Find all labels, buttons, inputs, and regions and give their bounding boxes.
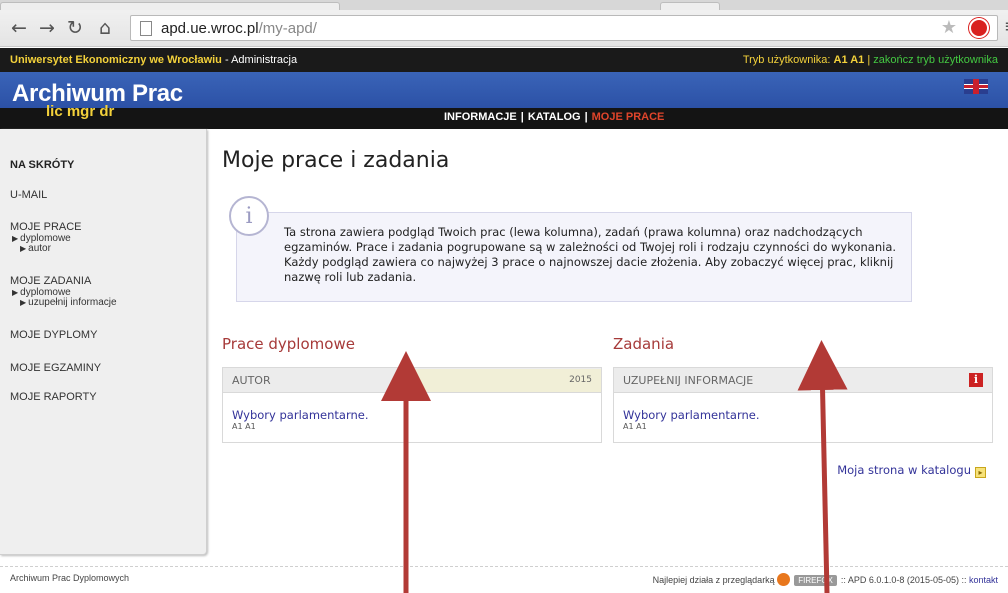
sidebar-item-umail[interactable]: U-MAIL (10, 189, 47, 201)
card-header-uzupelnij[interactable]: UZUPEŁNIJ INFORMACJE i (614, 368, 992, 393)
firefox-icon (777, 573, 791, 586)
footer-info: Najlepiej działa z przeglądarką FIREFOX:… (652, 573, 998, 586)
card-header-autor[interactable]: AUTOR 2015 (223, 368, 601, 393)
user-mode-name: A1 A1 (833, 54, 865, 66)
extension-icon[interactable] (969, 18, 989, 38)
menu-icon[interactable]: ≡ (1004, 16, 1008, 37)
end-user-mode-link[interactable]: zakończ tryb użytkownika (873, 54, 998, 66)
url-text[interactable]: apd.ue.wroc.pl/my-apd/ (161, 20, 317, 37)
address-bar[interactable]: apd.ue.wroc.pl/my-apd/ ★ ≡ (130, 15, 1008, 41)
thesis-owner: A1 A1 (232, 422, 256, 431)
tab-strip (0, 0, 1008, 10)
sidebar-item-moje-prace[interactable]: MOJE PRACE (10, 221, 82, 233)
triangle-right-icon: ▶ (20, 244, 27, 253)
alert-icon: i (969, 373, 983, 387)
card-prace-dyplomowe: AUTOR 2015 Wybory parlamentarne. A1 A1 (222, 367, 602, 443)
browser-chrome: ← → ↻ ⌂ apd.ue.wroc.pl/my-apd/ ★ ≡ (0, 0, 1008, 47)
sidebar-subitem-uzupelnij[interactable]: ▶ uzupełnij informacje (20, 297, 117, 308)
nav-item-moje-prace[interactable]: MOJE PRACE (592, 111, 665, 123)
catalog-page-link[interactable]: Moja strona w katalogu ▸ (837, 463, 986, 478)
info-icon: i (229, 196, 269, 236)
section-title-prace: Prace dyplomowe (222, 335, 355, 353)
footer: Archiwum Prac Dyplomowych Najlepiej dzia… (0, 566, 1008, 593)
triangle-right-icon: ▶ (12, 234, 19, 243)
info-text: Ta strona zawiera podgląd Twoich prac (l… (284, 225, 897, 284)
firefox-badge: FIREFOX (794, 575, 837, 586)
sidebar-heading: NA SKRÓTY (10, 159, 75, 171)
sidebar-item-moje-raporty[interactable]: MOJE RAPORTY (10, 391, 97, 403)
sidebar-subitem-autor[interactable]: ▶ autor (20, 243, 51, 254)
task-link[interactable]: Wybory parlamentarne. (623, 408, 759, 422)
back-icon[interactable]: ← (8, 17, 30, 39)
reload-icon[interactable]: ↻ (64, 17, 86, 39)
section-title-zadania: Zadania (613, 335, 675, 353)
site-subtitle: lic mgr dr (46, 103, 115, 120)
task-owner: A1 A1 (623, 422, 647, 431)
contact-link[interactable]: kontakt (969, 575, 998, 585)
triangle-right-icon: ▶ (20, 298, 27, 307)
user-mode: Tryb użytkownika: A1 A1 | zakończ tryb u… (742, 54, 998, 66)
browser-tab[interactable] (0, 2, 340, 10)
card-zadania: UZUPEŁNIJ INFORMACJE i Wybory parlamenta… (613, 367, 993, 443)
university-name[interactable]: Uniwersytet Ekonomiczny we Wrocławiu - A… (10, 48, 297, 72)
sidebar-item-moje-egzaminy[interactable]: MOJE EGZAMINY (10, 362, 101, 374)
top-bar: Uniwersytet Ekonomiczny we Wrocławiu - A… (0, 48, 1008, 72)
nav-item-katalog[interactable]: KATALOG (528, 111, 581, 123)
triangle-right-icon: ▶ (12, 288, 19, 297)
sidebar: NA SKRÓTY U-MAIL MOJE PRACE ▶ dyplomowe ▶… (0, 129, 207, 555)
page-icon (140, 21, 152, 36)
nav-item-informacje[interactable]: INFORMACJE (444, 111, 517, 123)
uk-flag-icon[interactable] (964, 79, 988, 94)
nav-menu: INFORMACJE | KATALOG | MOJE PRACE (444, 111, 665, 123)
home-icon[interactable]: ⌂ (94, 17, 116, 39)
forward-icon[interactable]: → (36, 17, 58, 39)
page-title: Moje prace i zadania (222, 148, 450, 173)
arrow-right-icon: ▸ (975, 467, 986, 478)
banner: Archiwum Prac (0, 72, 1008, 108)
browser-tab[interactable] (660, 2, 720, 10)
main-nav: lic mgr dr INFORMACJE | KATALOG | MOJE PRACE (0, 103, 1008, 129)
thesis-link[interactable]: Wybory parlamentarne. (232, 408, 368, 422)
sidebar-item-moje-dyplomy[interactable]: MOJE DYPLOMY (10, 329, 97, 341)
star-icon[interactable]: ★ (941, 17, 957, 38)
footer-app-name: Archiwum Prac Dyplomowych (10, 573, 130, 583)
sidebar-item-moje-zadania[interactable]: MOJE ZADANIA (10, 275, 91, 287)
year-label: 2015 (569, 375, 592, 385)
